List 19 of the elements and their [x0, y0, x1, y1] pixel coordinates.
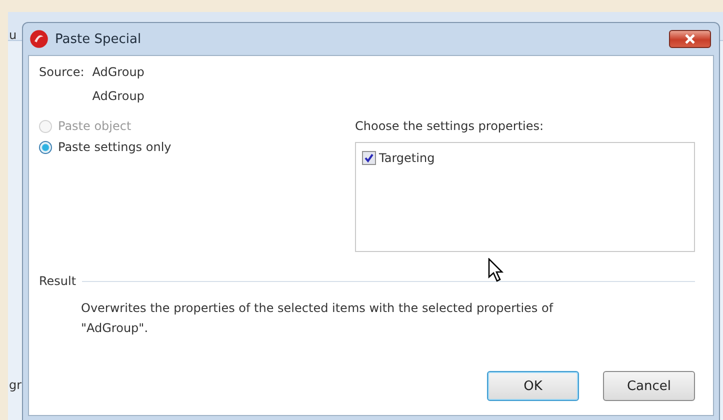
- source-value: AdGroup: [92, 89, 144, 103]
- dialog-button[interactable]: Cancel: [603, 371, 695, 401]
- properties-label: Choose the settings properties:: [355, 119, 545, 133]
- result-label: Result: [39, 274, 76, 288]
- dialog-button[interactable]: OK: [487, 371, 579, 401]
- result-description: Overwrites the properties of the selected items with the selected properties of "AdGroup".: [81, 300, 554, 337]
- app-text: gr: [9, 378, 22, 392]
- radio-button[interactable]: [39, 140, 52, 154]
- logo-icon: [29, 29, 49, 49]
- app-text: u: [9, 28, 17, 42]
- checkbox-label[interactable]: Targeting: [379, 151, 435, 165]
- window-title: Paste Special: [55, 32, 142, 46]
- cursor-icon: [488, 258, 504, 282]
- source-value: AdGroup: [92, 65, 144, 79]
- source-label: Source:: [39, 65, 84, 81]
- close-icon: [684, 34, 696, 44]
- close-button[interactable]: [669, 30, 711, 48]
- checkbox[interactable]: [362, 151, 376, 165]
- radio-label[interactable]: Paste settings only: [58, 140, 172, 154]
